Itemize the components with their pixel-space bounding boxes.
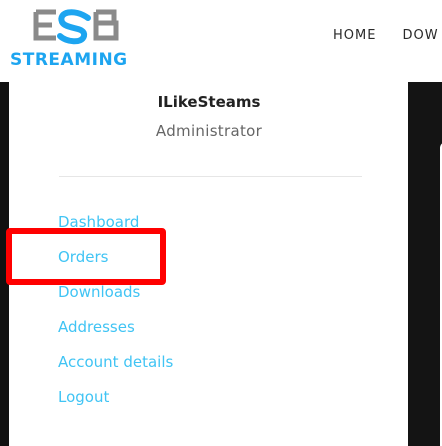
addresses-link[interactable]: Addresses [58, 318, 135, 336]
nav-downloads[interactable]: DOW [402, 28, 438, 43]
menu-item-addresses: Addresses [58, 317, 173, 352]
content-panel [408, 82, 442, 446]
site-logo[interactable]: STREAMING [8, 8, 148, 74]
logo-mark-icon [33, 9, 119, 45]
menu-item-account-details: Account details [58, 352, 173, 387]
logo-text: STREAMING [10, 50, 128, 70]
orders-highlight-box [6, 228, 166, 285]
user-role: Administrator [155, 122, 263, 140]
downloads-link[interactable]: Downloads [58, 283, 140, 301]
nav-home[interactable]: HOME [333, 28, 376, 43]
menu-item-logout: Logout [58, 387, 173, 422]
account-details-link[interactable]: Account details [58, 353, 173, 371]
site-header: STREAMING HOME DOW [0, 0, 442, 82]
menu-item-downloads: Downloads [58, 282, 173, 317]
divider [59, 176, 362, 177]
logout-link[interactable]: Logout [58, 388, 109, 406]
main-nav: HOME DOW [333, 28, 439, 43]
user-name: ILikeSteams [157, 93, 261, 111]
